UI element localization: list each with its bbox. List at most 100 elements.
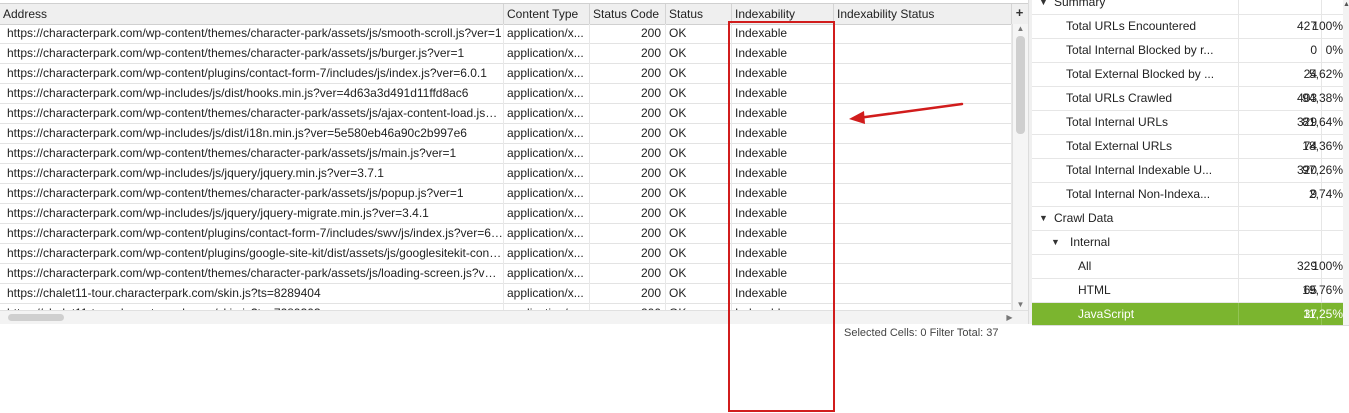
status-code-cell[interactable]: 200 (590, 164, 666, 184)
triangle-down-icon[interactable]: ▼ (1039, 0, 1048, 14)
status-code-cell[interactable]: 200 (590, 204, 666, 224)
overview-item-row[interactable]: All 329 100% (1032, 255, 1349, 279)
overview-item-row[interactable]: JavaScript 37 11,25% (1032, 303, 1349, 325)
status-cell[interactable]: OK (666, 84, 732, 104)
scroll-up-icon[interactable]: ▲ (1013, 24, 1028, 34)
content-type-cell[interactable]: application/x... (504, 64, 590, 84)
triangle-down-icon[interactable]: ▼ (1039, 207, 1048, 230)
overview-item-row[interactable]: Total Internal URLs 329 81,64% (1032, 111, 1349, 135)
content-type-cell[interactable]: application/x... (504, 144, 590, 164)
status-cell[interactable]: OK (666, 224, 732, 244)
table-row[interactable]: https://characterpark.com/wp-content/the… (0, 44, 1012, 64)
content-type-cell[interactable]: application/x... (504, 224, 590, 244)
status-cell[interactable]: OK (666, 264, 732, 284)
status-cell[interactable]: OK (666, 244, 732, 264)
status-code-cell[interactable]: 200 (590, 244, 666, 264)
indexability-status-cell[interactable] (834, 104, 1012, 124)
table-row[interactable]: https://characterpark.com/wp-content/the… (0, 104, 1012, 124)
scroll-right-icon[interactable]: ▶ (1002, 313, 1017, 323)
indexability-status-cell[interactable] (834, 204, 1012, 224)
indexability-status-cell[interactable] (834, 124, 1012, 144)
status-cell[interactable]: OK (666, 124, 732, 144)
content-type-cell[interactable]: application/x... (504, 84, 590, 104)
grid-vertical-scroll-thumb[interactable] (1016, 36, 1025, 134)
address-cell[interactable]: https://characterpark.com/wp-content/the… (4, 144, 504, 164)
overview-section-row[interactable]: ▼ Summary (1032, 0, 1349, 15)
status-code-cell[interactable]: 200 (590, 104, 666, 124)
table-row[interactable]: https://characterpark.com/wp-content/plu… (0, 244, 1012, 264)
table-row[interactable]: https://characterpark.com/wp-content/plu… (0, 224, 1012, 244)
indexability-status-cell[interactable] (834, 24, 1012, 44)
table-row[interactable]: https://characterpark.com/wp-content/the… (0, 144, 1012, 164)
status-code-cell[interactable]: 200 (590, 84, 666, 104)
content-type-cell[interactable]: application/x... (504, 264, 590, 284)
content-type-cell[interactable]: application/x... (504, 24, 590, 44)
indexability-status-cell[interactable] (834, 184, 1012, 204)
overview-item-row[interactable]: Total Internal Blocked by r... 0 0% (1032, 39, 1349, 63)
column-header-indexability-status[interactable]: Indexability Status (834, 4, 1012, 24)
address-cell[interactable]: https://characterpark.com/wp-content/plu… (4, 244, 504, 264)
indexability-status-cell[interactable] (834, 44, 1012, 64)
column-header-status[interactable]: Status (666, 4, 732, 24)
overview-item-row[interactable]: Total URLs Encountered 427 100% (1032, 15, 1349, 39)
address-cell[interactable]: https://characterpark.com/wp-content/the… (4, 24, 504, 44)
overview-item-row[interactable]: Total External Blocked by ... 24 5,62% (1032, 63, 1349, 87)
table-row[interactable]: https://characterpark.com/wp-content/the… (0, 184, 1012, 204)
indexability-status-cell[interactable] (834, 224, 1012, 244)
table-row[interactable]: https://characterpark.com/wp-includes/js… (0, 164, 1012, 184)
scroll-down-icon[interactable]: ▼ (1013, 300, 1028, 310)
status-code-cell[interactable]: 200 (590, 144, 666, 164)
status-cell[interactable]: OK (666, 284, 732, 304)
address-cell[interactable]: https://chalet11-tour.characterpark.com/… (4, 284, 504, 304)
address-cell[interactable]: https://characterpark.com/wp-content/the… (4, 44, 504, 64)
status-cell[interactable]: OK (666, 104, 732, 124)
add-column-icon[interactable]: + (1012, 4, 1027, 24)
status-code-cell[interactable]: 200 (590, 184, 666, 204)
status-cell[interactable]: OK (666, 204, 732, 224)
table-row[interactable]: https://characterpark.com/wp-includes/js… (0, 84, 1012, 104)
address-cell[interactable]: https://characterpark.com/wp-content/plu… (4, 64, 504, 84)
status-cell[interactable]: OK (666, 44, 732, 64)
table-row[interactable]: https://characterpark.com/wp-content/plu… (0, 64, 1012, 84)
content-type-cell[interactable]: application/x... (504, 124, 590, 144)
content-type-cell[interactable]: application/x... (504, 164, 590, 184)
table-row[interactable]: https://chalet11-tour.characterpark.com/… (0, 284, 1012, 304)
grid-horizontal-scroll-thumb[interactable] (8, 314, 64, 321)
content-type-cell[interactable]: application/x... (504, 284, 590, 304)
triangle-down-icon[interactable]: ▼ (1051, 231, 1060, 254)
status-code-cell[interactable]: 200 (590, 224, 666, 244)
status-cell[interactable]: OK (666, 24, 732, 44)
grid-horizontal-scrollbar[interactable]: ▶ (0, 310, 1028, 324)
indexability-status-cell[interactable] (834, 244, 1012, 264)
overview-item-row[interactable]: HTML 65 19,76% (1032, 279, 1349, 303)
content-type-cell[interactable]: application/x... (504, 184, 590, 204)
table-row[interactable]: https://characterpark.com/wp-content/the… (0, 24, 1012, 44)
overview-vertical-scrollbar[interactable]: ▲ (1343, 0, 1349, 325)
status-code-cell[interactable]: 200 (590, 264, 666, 284)
column-header-address[interactable]: Address (0, 4, 504, 24)
table-row[interactable]: https://characterpark.com/wp-includes/js… (0, 124, 1012, 144)
content-type-cell[interactable]: application/x... (504, 204, 590, 224)
status-cell[interactable]: OK (666, 64, 732, 84)
indexability-status-cell[interactable] (834, 284, 1012, 304)
status-cell[interactable]: OK (666, 144, 732, 164)
overview-item-row[interactable]: Total Internal Non-Indexa... 9 2,74% (1032, 183, 1349, 207)
content-type-cell[interactable]: application/x... (504, 44, 590, 64)
indexability-status-cell[interactable] (834, 84, 1012, 104)
status-code-cell[interactable]: 200 (590, 44, 666, 64)
status-cell[interactable]: OK (666, 164, 732, 184)
scroll-up-icon[interactable]: ▲ (1343, 0, 1349, 10)
overview-section-row[interactable]: ▼ Crawl Data (1032, 207, 1349, 231)
address-cell[interactable]: https://characterpark.com/wp-content/the… (4, 104, 504, 124)
address-cell[interactable]: https://characterpark.com/wp-includes/js… (4, 164, 504, 184)
indexability-status-cell[interactable] (834, 164, 1012, 184)
column-header-content-type[interactable]: Content Type (504, 4, 590, 24)
address-cell[interactable]: https://characterpark.com/wp-includes/js… (4, 124, 504, 144)
indexability-status-cell[interactable] (834, 64, 1012, 84)
content-type-cell[interactable]: application/x... (504, 244, 590, 264)
status-code-cell[interactable]: 200 (590, 284, 666, 304)
status-code-cell[interactable]: 200 (590, 24, 666, 44)
grid-vertical-scrollbar[interactable]: ▲ ▼ (1012, 24, 1028, 310)
overview-item-row[interactable]: Total URLs Crawled 403 94,38% (1032, 87, 1349, 111)
address-cell[interactable]: https://characterpark.com/wp-includes/js… (4, 204, 504, 224)
